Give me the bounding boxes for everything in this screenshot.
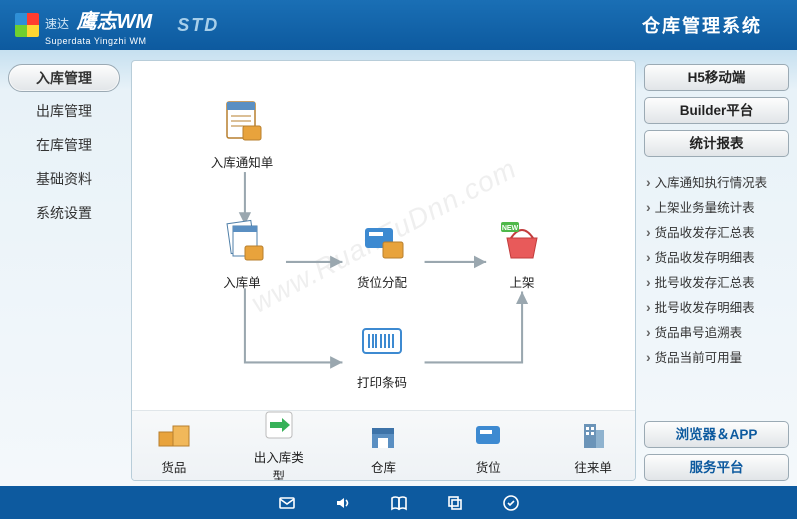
document-icon <box>217 96 267 146</box>
boxes-icon <box>155 416 193 454</box>
btn-browser[interactable]: 浏览器＆APP <box>644 421 789 448</box>
check-icon[interactable] <box>502 494 520 512</box>
swap-icon <box>260 406 298 444</box>
bitem-vendor-label: 往来单 <box>563 457 623 476</box>
center-panel: www.RuanFuDnn.com 入库通知单 <box>131 60 636 481</box>
bitem-goods-label: 货品 <box>144 457 204 476</box>
book-icon[interactable] <box>390 494 408 512</box>
copy-icon[interactable] <box>446 494 464 512</box>
bitem-iotype[interactable]: 出入库类型 <box>249 406 309 481</box>
left-nav: 入库管理 出库管理 在库管理 基础资料 系统设置 <box>8 60 123 481</box>
slot-icon <box>469 416 507 454</box>
bitem-warehouse-label: 仓库 <box>354 457 414 476</box>
node-barcode[interactable]: 打印条码 <box>337 316 427 391</box>
svg-text:NEW: NEW <box>502 225 519 232</box>
report-item[interactable]: 批号收发存汇总表 <box>644 269 789 294</box>
main-body: 入库管理 出库管理 在库管理 基础资料 系统设置 www.RuanFuDnn.c… <box>0 50 797 486</box>
nav-instock[interactable]: 在库管理 <box>8 132 120 160</box>
nav-outbound[interactable]: 出库管理 <box>8 98 120 126</box>
node-alloc-label: 货位分配 <box>337 272 427 291</box>
barcode-icon <box>357 316 407 366</box>
btn-reports[interactable]: 统计报表 <box>644 130 789 157</box>
node-barcode-label: 打印条码 <box>337 372 427 391</box>
node-shelve[interactable]: NEW 上架 <box>477 216 567 291</box>
edition-label: STD <box>177 15 219 36</box>
bitem-location[interactable]: 货位 <box>458 416 518 476</box>
app-title: 仓库管理系统 <box>642 12 762 38</box>
node-shelve-label: 上架 <box>477 272 567 291</box>
bitem-vendor[interactable]: 往来单 <box>563 416 623 476</box>
node-notice[interactable]: 入库通知单 <box>197 96 287 171</box>
nav-inbound[interactable]: 入库管理 <box>8 64 120 92</box>
logo-subtitle: Superdata Yingzhi WM <box>45 36 152 46</box>
bottom-toolbar: 货品 出入库类型 仓库 货位 往来单 <box>132 410 635 480</box>
nav-basedata[interactable]: 基础资料 <box>8 166 120 194</box>
node-alloc[interactable]: 货位分配 <box>337 216 427 291</box>
location-alloc-icon <box>357 216 407 266</box>
warehouse-icon <box>364 416 402 454</box>
right-panel: H5移动端 Builder平台 统计报表 入库通知执行情况表 上架业务量统计表 … <box>644 60 789 481</box>
report-item[interactable]: 货品收发存汇总表 <box>644 219 789 244</box>
nav-settings[interactable]: 系统设置 <box>8 200 120 228</box>
btn-builder[interactable]: Builder平台 <box>644 97 789 124</box>
node-inbound[interactable]: 入库单 <box>197 216 287 291</box>
btn-h5[interactable]: H5移动端 <box>644 64 789 91</box>
logo-area: 速达 鹰志WM Superdata Yingzhi WM <box>15 5 152 46</box>
node-notice-label: 入库通知单 <box>197 152 287 171</box>
btn-service[interactable]: 服务平台 <box>644 454 789 481</box>
bitem-location-label: 货位 <box>458 457 518 476</box>
sound-icon[interactable] <box>334 494 352 512</box>
basket-icon: NEW <box>497 216 547 266</box>
workflow-diagram: www.RuanFuDnn.com 入库通知单 <box>132 61 635 410</box>
bitem-warehouse[interactable]: 仓库 <box>354 416 414 476</box>
footer-bar <box>0 486 797 519</box>
mail-icon[interactable] <box>278 494 296 512</box>
logo-wm: 鹰志WM <box>77 11 153 33</box>
papers-icon <box>217 216 267 266</box>
report-item[interactable]: 货品当前可用量 <box>644 344 789 369</box>
logo-brand: 速达 <box>45 17 69 31</box>
report-item[interactable]: 批号收发存明细表 <box>644 294 789 319</box>
node-inbound-label: 入库单 <box>197 272 287 291</box>
bitem-iotype-label: 出入库类型 <box>249 447 309 481</box>
bitem-goods[interactable]: 货品 <box>144 416 204 476</box>
report-item[interactable]: 上架业务量统计表 <box>644 194 789 219</box>
building-icon <box>574 416 612 454</box>
report-item[interactable]: 入库通知执行情况表 <box>644 169 789 194</box>
report-item[interactable]: 货品收发存明细表 <box>644 244 789 269</box>
app-header: 速达 鹰志WM Superdata Yingzhi WM STD 仓库管理系统 <box>0 0 797 50</box>
logo-icon <box>15 13 39 37</box>
report-item[interactable]: 货品串号追溯表 <box>644 319 789 344</box>
report-list: 入库通知执行情况表 上架业务量统计表 货品收发存汇总表 货品收发存明细表 批号收… <box>644 169 789 369</box>
